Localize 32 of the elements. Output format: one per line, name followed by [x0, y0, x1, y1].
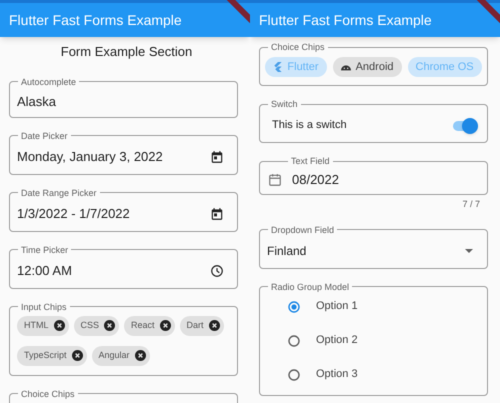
field-value[interactable]: 12:00 AM	[17, 261, 72, 281]
switch-label: This is a switch	[272, 118, 347, 134]
field-label: Date Range Picker	[20, 188, 98, 198]
field-label: Dropdown Field	[270, 224, 336, 234]
field-value[interactable]: 08/2022	[292, 170, 339, 190]
radio-option[interactable]: Option 1	[288, 296, 487, 316]
choice-chip[interactable]: Android	[332, 57, 402, 77]
field-value[interactable]: Alaska	[17, 92, 56, 112]
field-value[interactable]: 1/3/2022 - 1/7/2022	[17, 204, 130, 224]
input-chip[interactable]: Dart	[180, 316, 224, 336]
field-label: Autocomplete	[20, 76, 78, 86]
field-label: Choice Chips	[270, 42, 326, 52]
field-value[interactable]: Monday, January 3, 2022	[17, 147, 163, 167]
radio-option[interactable]: Option 3	[288, 364, 487, 384]
radio-option[interactable]: Option 2	[288, 330, 487, 350]
input-chip[interactable]: TypeScript	[17, 346, 87, 366]
field-label: Time Picker	[20, 244, 70, 254]
app-bar-title: Flutter Fast Forms Example	[259, 10, 432, 30]
field-label: Radio Group Model	[270, 282, 350, 292]
input-chip[interactable]: Angular	[92, 346, 150, 366]
input-chip[interactable]: CSS	[74, 316, 120, 336]
field-value[interactable]: Finland	[267, 242, 306, 260]
section-title: Form Example Section	[60, 43, 192, 61]
field-label: Input Chips	[20, 302, 68, 312]
field-label: Switch	[270, 99, 299, 109]
character-counter: 7 / 7	[462, 198, 480, 211]
field-label: Text Field	[290, 156, 331, 166]
input-chip[interactable]: HTML	[17, 316, 68, 336]
app-bar-title: Flutter Fast Forms Example	[9, 10, 182, 30]
field-label: Choice Chips	[20, 388, 76, 398]
input-chip[interactable]: React	[124, 316, 175, 336]
field-label: Date Picker	[20, 130, 69, 140]
